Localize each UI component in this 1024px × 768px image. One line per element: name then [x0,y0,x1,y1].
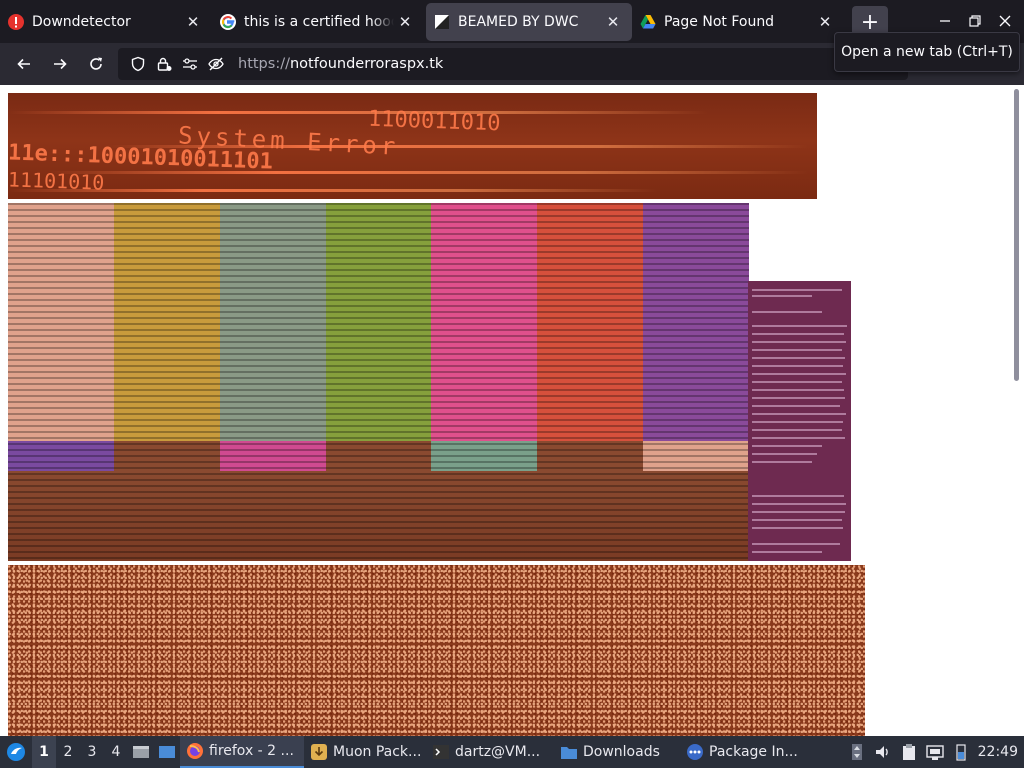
tab-title: this is a certified hood [244,14,394,30]
task-firefox[interactable]: firefox - 2 ... [180,736,304,768]
lock-warning-icon[interactable] [152,52,176,76]
new-tab-tooltip: Open a new tab (Ctrl+T) [834,32,1020,72]
file-manager-launcher[interactable] [154,736,180,768]
error-log-image [748,281,851,561]
glow-line [8,111,708,114]
battery-icon[interactable] [948,736,974,768]
task-label: firefox - 2 ... [209,743,294,759]
tracking-blocked-icon[interactable] [204,52,228,76]
close-tab-icon[interactable]: ✕ [814,11,836,33]
google-drive-icon [640,14,656,30]
scanlines [8,203,749,561]
task-label: Package In... [709,744,798,760]
task-terminal[interactable]: dartz@VM... [426,736,554,768]
close-tab-icon[interactable]: ✕ [394,11,416,33]
reload-icon [90,57,102,70]
glow-line [8,189,658,192]
task-downloads[interactable]: Downloads [554,736,680,768]
show-desktop-button[interactable] [128,736,154,768]
arrow-right-icon [54,58,67,70]
task-muon-package[interactable]: Muon Pack... [304,736,426,768]
page-content: 1100011010 System Error 11e:::1000101001… [0,85,1024,736]
package-installer-icon [686,743,704,761]
workspace-4[interactable]: 4 [104,736,128,768]
permissions-icon[interactable] [178,52,202,76]
task-label: Downloads [583,744,660,760]
minimize-button[interactable] [930,8,960,34]
shield-icon[interactable] [126,52,150,76]
url-scheme: https:// [238,56,290,72]
page-scrollbar[interactable] [1014,89,1019,381]
google-icon [220,14,236,30]
banner-binary-text: 11101010 [8,167,105,195]
restore-icon [969,15,981,27]
downdetector-icon [8,14,24,30]
color-bars-image [8,203,749,561]
minimize-icon [940,20,950,22]
workspace-3[interactable]: 3 [80,736,104,768]
clipboard-icon[interactable] [896,736,922,768]
task-package-installer[interactable]: Package In... [680,736,804,768]
url-host: notfounderroraspx.tk [289,56,444,72]
forward-button[interactable] [42,48,78,80]
tab-downdetector[interactable]: Downdetector ✕ [0,3,212,41]
package-icon [310,743,328,761]
terminal-icon [432,743,450,761]
arrow-left-icon [17,58,30,70]
url-bar[interactable]: https://notfounderroraspx.tk [118,48,908,80]
window-icon [159,746,175,758]
close-tab-icon[interactable]: ✕ [182,11,204,33]
url-text[interactable]: https://notfounderroraspx.tk [238,56,443,72]
restore-button[interactable] [960,8,990,34]
task-label: dartz@VM... [455,744,541,760]
start-menu-button[interactable] [0,736,32,768]
desktop-icon [133,746,149,758]
firefox-icon [186,742,204,760]
plus-icon: + [860,9,880,35]
lubuntu-logo-icon [7,743,25,761]
network-icon[interactable] [922,736,948,768]
close-icon [999,15,1011,27]
page-icon [434,14,450,30]
tab-page-not-found[interactable]: Page Not Found ✕ [632,3,844,41]
tab-title: Page Not Found [664,14,775,30]
workspace-1[interactable]: 1 [32,736,56,768]
system-tray: 22:49 [844,736,1024,768]
system-error-image: 1100011010 System Error 11e:::1000101001… [8,93,817,199]
taskbar: 1 2 3 4 firefox - 2 ... Muon Pack... dar… [0,736,1024,768]
reload-button[interactable] [78,48,114,80]
workspace-2[interactable]: 2 [56,736,80,768]
volume-icon[interactable] [870,736,896,768]
static-noise-image [8,565,865,736]
back-button[interactable] [6,48,42,80]
tab-beamed-by-dwc[interactable]: BEAMED BY DWC ✕ [426,3,632,41]
close-window-button[interactable] [990,8,1020,34]
tab-certified-hood[interactable]: this is a certified hood ✕ [212,3,424,41]
glow-line [48,171,808,174]
clock[interactable]: 22:49 [974,744,1024,760]
tab-title: Downdetector [32,14,131,30]
folder-icon [560,743,578,761]
tab-title: BEAMED BY DWC [458,14,579,30]
close-tab-icon[interactable]: ✕ [602,11,624,33]
task-label: Muon Pack... [333,744,422,760]
tray-scroll-icon[interactable] [844,736,870,768]
